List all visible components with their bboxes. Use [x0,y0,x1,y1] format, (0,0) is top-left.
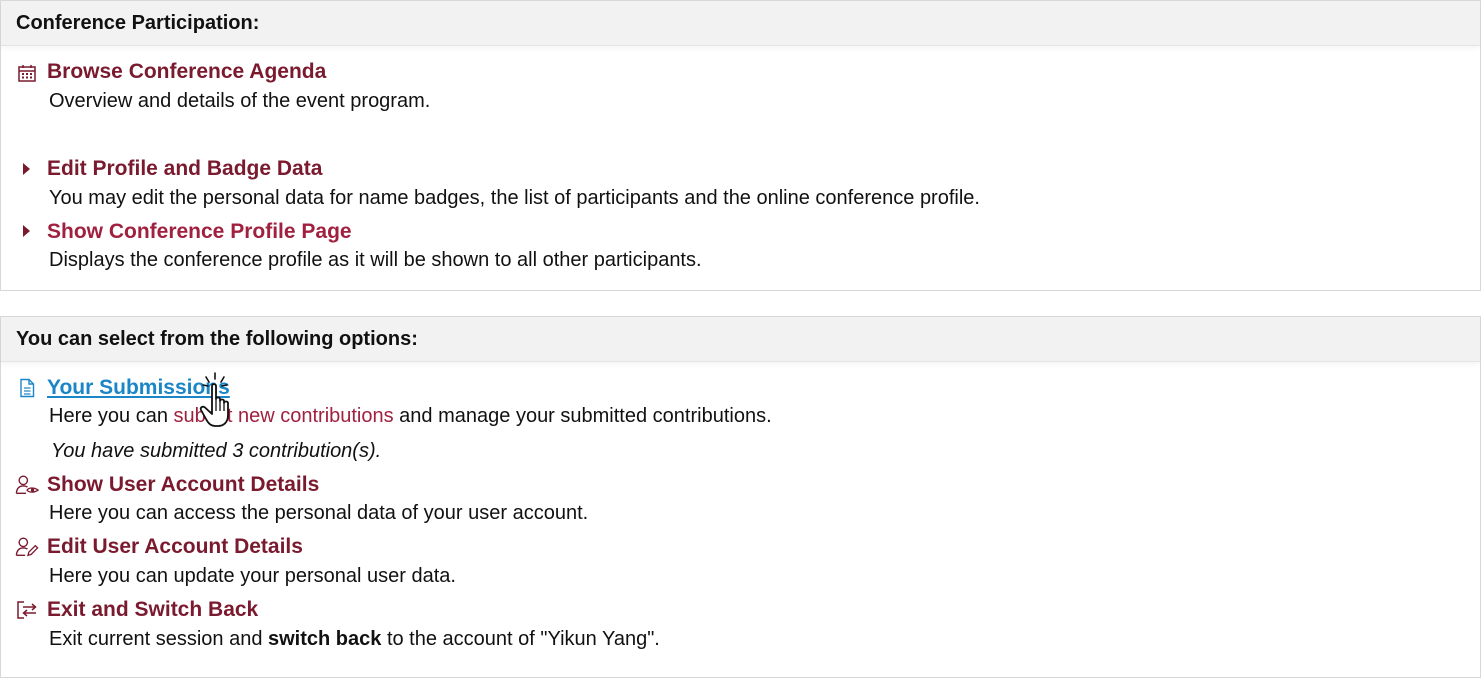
caret-right-icon [23,225,30,237]
browse-agenda-desc: Overview and details of the event progra… [49,90,431,112]
desc-text: to the account of "Yikun Yang". [381,628,660,650]
desc-text: and manage your submitted contributions. [393,405,772,427]
submission-count-note: You have submitted 3 contribution(s). [51,440,382,462]
caret-right-icon [23,163,30,175]
show-account-desc: Here you can access the personal data of… [49,502,589,524]
edit-account-desc: Here you can update your personal user d… [49,565,456,587]
show-user-account-link[interactable]: Show User Account Details [47,473,319,497]
panel-header: Conference Participation: [1,1,1480,46]
your-submissions-link[interactable]: Your Submissions [47,376,230,400]
document-icon [15,376,39,400]
submissions-desc: Here you can submit new contributions an… [49,405,772,428]
exit-desc: Exit current session and switch back to … [49,628,660,651]
show-profile-desc: Displays the conference profile as it wi… [49,249,702,271]
edit-user-account-link[interactable]: Edit User Account Details [47,535,303,559]
desc-text: Exit current session and [49,628,268,650]
browse-agenda-link[interactable]: Browse Conference Agenda [47,60,326,84]
desc-bold-text: switch back [268,628,382,650]
edit-profile-link[interactable]: Edit Profile and Badge Data [47,157,322,181]
desc-text: Here you can [49,405,174,427]
user-eye-icon [15,473,39,497]
user-edit-icon [15,535,39,559]
panel-header: You can select from the following option… [1,317,1480,362]
calendar-icon [15,61,39,85]
show-profile-link[interactable]: Show Conference Profile Page [47,220,352,244]
conference-participation-panel: Conference Participation: Browse Confere… [0,0,1481,291]
switch-icon [15,598,39,622]
submit-new-contributions-link[interactable]: submit new contributions [174,405,394,427]
exit-switch-back-link[interactable]: Exit and Switch Back [47,598,258,622]
options-panel: You can select from the following option… [0,316,1481,678]
edit-profile-desc: You may edit the personal data for name … [49,187,980,209]
